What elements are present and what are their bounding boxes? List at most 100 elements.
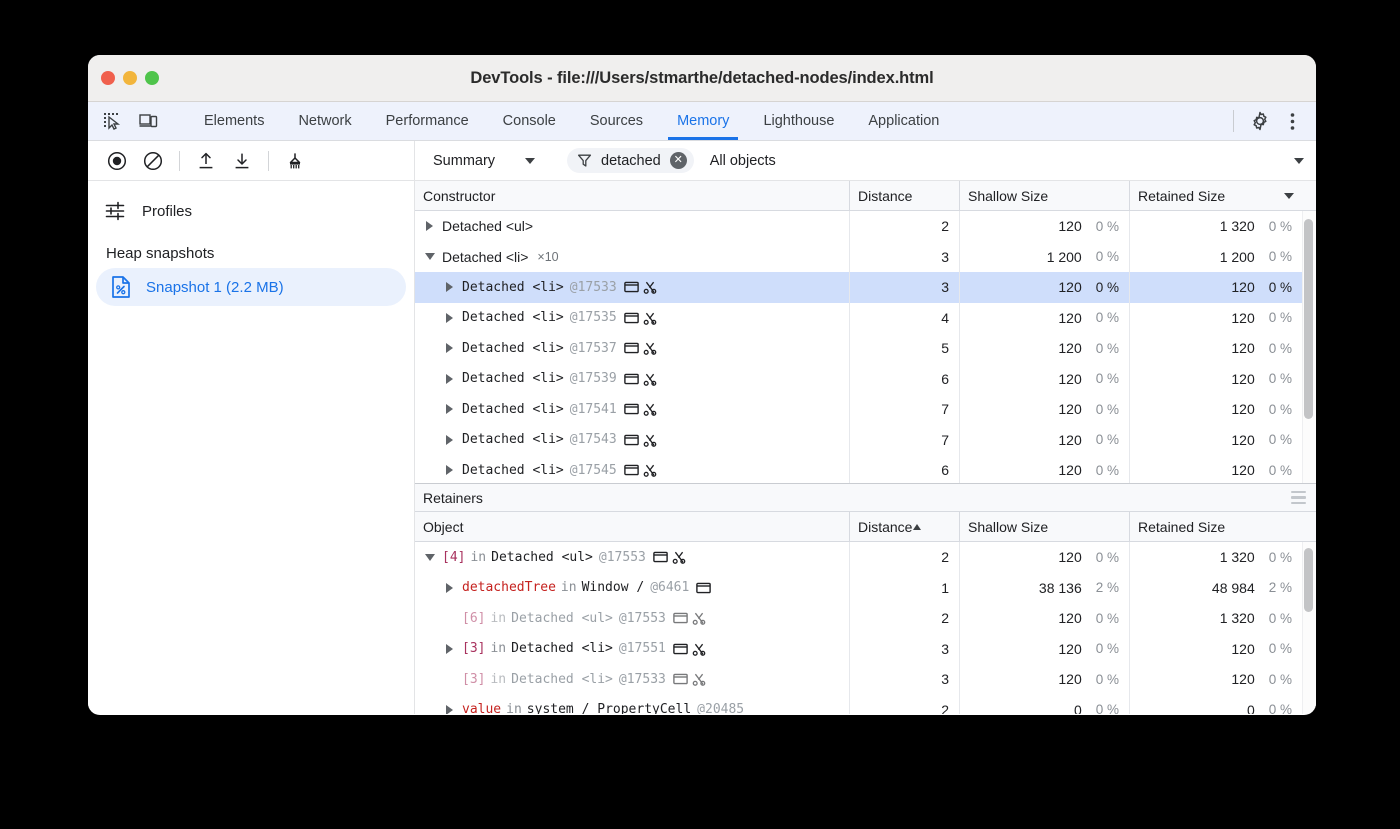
gear-icon[interactable] [1246, 108, 1274, 134]
expand-triangle-icon[interactable] [443, 435, 456, 445]
sidebar-item-snapshot-1[interactable]: Snapshot 1 (2.2 MB) [96, 268, 406, 306]
expand-triangle-icon[interactable] [423, 221, 436, 231]
filter-chip[interactable]: detached ✕ [567, 148, 694, 173]
device-toolbar-icon[interactable] [134, 108, 162, 134]
table-row[interactable]: Detached <li>@1753541200 %1200 % [415, 303, 1316, 334]
save-profile-icon[interactable] [227, 147, 257, 175]
shallow-size-cell: 38 1362 % [960, 573, 1130, 604]
expand-triangle-icon[interactable] [443, 583, 456, 593]
constructors-grid-body[interactable]: Detached <ul>21200 %1 3200 %Detached <li… [415, 211, 1316, 483]
tab-application[interactable]: Application [851, 102, 956, 140]
column-header-retainers-retained-size[interactable]: Retained Size [1130, 512, 1302, 541]
constructors-scrollbar-thumb[interactable] [1304, 219, 1313, 419]
shallow-size-percent: 0 % [1096, 310, 1119, 325]
reveal-in-elements-icon[interactable] [653, 551, 668, 563]
tab-label: Console [503, 113, 556, 129]
reveal-in-elements-icon[interactable] [624, 464, 639, 476]
tab-elements[interactable]: Elements [187, 102, 281, 140]
view-select[interactable]: Summary [427, 150, 541, 172]
reveal-in-elements-icon[interactable] [624, 403, 639, 415]
column-header-object[interactable]: Object [415, 512, 850, 541]
tab-console[interactable]: Console [486, 102, 573, 140]
expand-triangle-icon[interactable] [443, 644, 456, 654]
table-row[interactable]: detachedTreeinWindow /@6461138 1362 %48 … [415, 573, 1316, 604]
reveal-in-elements-icon[interactable] [624, 434, 639, 446]
objects-select[interactable]: All objects [710, 153, 776, 169]
retainers-scrollbar-thumb[interactable] [1304, 548, 1313, 612]
reveal-in-elements-icon[interactable] [624, 312, 639, 324]
expand-triangle-icon[interactable] [443, 705, 456, 714]
table-row[interactable]: Detached <li>@1754171200 %1200 % [415, 394, 1316, 425]
column-header-retainers-distance[interactable]: Distance [850, 512, 960, 541]
table-row[interactable]: Detached <ul>21200 %1 3200 % [415, 211, 1316, 242]
expand-triangle-icon[interactable] [443, 282, 456, 292]
collect-garbage-icon[interactable] [280, 147, 310, 175]
retained-size-percent: 0 % [1269, 310, 1292, 325]
retainer-object: Detached <ul> [511, 611, 613, 626]
table-row[interactable]: Detached <li>×1031 2000 %1 2000 % [415, 242, 1316, 273]
table-row[interactable]: Detached <li>@1753751200 %1200 % [415, 333, 1316, 364]
collapse-triangle-icon[interactable] [423, 554, 436, 561]
table-row[interactable]: Detached <li>@1754561200 %1200 % [415, 455, 1316, 483]
table-row[interactable]: [3]inDetached <li>@1753331200 %1200 % [415, 664, 1316, 695]
tab-memory[interactable]: Memory [660, 102, 746, 140]
tab-lighthouse[interactable]: Lighthouse [746, 102, 851, 140]
more-vertical-icon[interactable] [1278, 108, 1306, 134]
reveal-in-elements-icon[interactable] [624, 342, 639, 354]
close-icon[interactable]: ✕ [670, 152, 687, 169]
maximize-window-button[interactable] [145, 71, 159, 85]
expand-triangle-icon[interactable] [443, 404, 456, 414]
reveal-in-elements-icon[interactable] [624, 281, 639, 293]
tab-network[interactable]: Network [281, 102, 368, 140]
load-profile-icon[interactable] [191, 147, 221, 175]
table-row[interactable]: Detached <li>@1754371200 %1200 % [415, 425, 1316, 456]
reveal-in-elements-icon[interactable] [624, 373, 639, 385]
column-header-distance[interactable]: Distance [850, 181, 960, 210]
constructors-scrollbar[interactable] [1304, 219, 1314, 483]
distance-cell-value: 5 [941, 340, 949, 356]
column-header-retained-size[interactable]: Retained Size [1130, 181, 1302, 210]
tab-performance[interactable]: Performance [369, 102, 486, 140]
retained-size-percent: 0 % [1269, 341, 1292, 356]
chevron-down-icon-objects[interactable] [1294, 158, 1304, 164]
retainers-grid-header: Object Distance Shallow Size Retained Si… [415, 512, 1316, 542]
column-header-constructor[interactable]: Constructor [415, 181, 850, 210]
table-row[interactable]: Detached <li>@1753331200 %1200 % [415, 272, 1316, 303]
reveal-in-elements-icon[interactable] [673, 673, 688, 685]
close-window-button[interactable] [101, 71, 115, 85]
reveal-in-elements-icon[interactable] [673, 643, 688, 655]
distance-cell: 7 [850, 425, 960, 456]
clear-profiles-button[interactable] [138, 147, 168, 175]
minimize-window-button[interactable] [123, 71, 137, 85]
distance-cell-value: 7 [941, 401, 949, 417]
column-header-shallow-size[interactable]: Shallow Size [960, 181, 1130, 210]
sidebar-item-profiles[interactable]: Profiles [88, 191, 414, 231]
node-badges [673, 642, 706, 656]
expand-triangle-icon[interactable] [443, 343, 456, 353]
collapse-triangle-icon[interactable] [423, 253, 436, 260]
expand-triangle-icon[interactable] [443, 465, 456, 475]
retainers-scrollbar[interactable] [1304, 548, 1314, 708]
tab-label: Elements [204, 113, 264, 129]
shallow-size-percent: 0 % [1096, 219, 1119, 234]
detached-node-icon [643, 433, 657, 447]
reveal-in-elements-icon[interactable] [696, 582, 711, 594]
retained-size-cell: 1200 % [1130, 303, 1302, 334]
memory-toolbar: Summary detached ✕ All objects [88, 141, 1316, 181]
hamburger-icon[interactable] [1291, 491, 1306, 505]
reveal-in-elements-icon[interactable] [673, 612, 688, 624]
node-badges [624, 402, 657, 416]
column-header-retainers-shallow-size[interactable]: Shallow Size [960, 512, 1130, 541]
expand-triangle-icon[interactable] [443, 313, 456, 323]
table-row[interactable]: valueinsystem / PropertyCell@20485200 %0… [415, 695, 1316, 715]
table-row[interactable]: [6]inDetached <ul>@1755321200 %1 3200 % [415, 603, 1316, 634]
expand-triangle-icon[interactable] [443, 374, 456, 384]
table-row[interactable]: [3]inDetached <li>@1755131200 %1200 % [415, 634, 1316, 665]
record-button[interactable] [102, 147, 132, 175]
inspect-element-icon[interactable] [98, 108, 126, 134]
table-row[interactable]: Detached <li>@1753961200 %1200 % [415, 364, 1316, 395]
table-row[interactable]: [4]inDetached <ul>@1755321200 %1 3200 % [415, 542, 1316, 573]
retainer-object: Detached <ul> [491, 550, 593, 565]
tab-sources[interactable]: Sources [573, 102, 660, 140]
retainers-grid-body[interactable]: [4]inDetached <ul>@1755321200 %1 3200 %d… [415, 542, 1316, 714]
